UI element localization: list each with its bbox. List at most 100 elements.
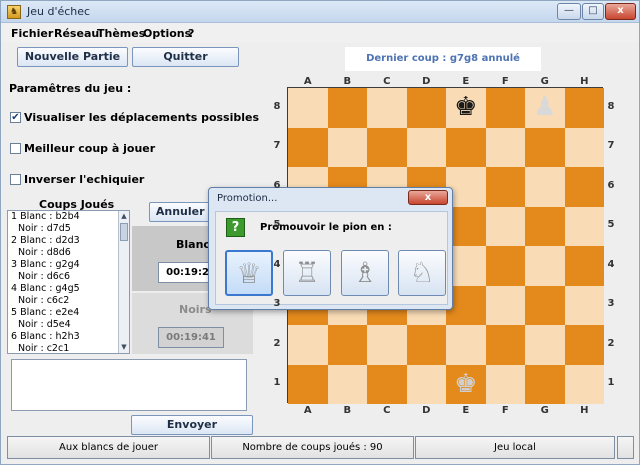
white-pawn-icon[interactable]: ♟ [525,88,565,128]
square-h4[interactable] [564,246,604,286]
file-label-e: E [462,76,470,87]
rank-label-7: 7 [607,140,615,152]
square-f8[interactable] [485,88,525,128]
white-king-icon[interactable]: ♚ [446,365,486,405]
square-g1[interactable] [525,364,565,404]
menu-reseau[interactable]: Réseau [54,27,99,40]
square-f4[interactable] [485,246,525,286]
square-d8[interactable] [406,88,446,128]
square-a2[interactable] [288,325,328,365]
rank-label-7: 7 [273,140,281,152]
square-a7[interactable] [288,127,328,167]
show-moves-checkbox[interactable]: ✔ [10,112,21,123]
square-b1[interactable] [327,364,367,404]
chat-input[interactable] [11,359,247,411]
show-moves-label[interactable]: Visualiser les déplacements possibles [24,111,259,124]
menu-options[interactable]: Options [143,27,191,40]
flip-board-label[interactable]: Inverser l'echiquier [24,173,144,186]
square-a8[interactable] [288,88,328,128]
flip-board-checkbox[interactable] [10,174,21,185]
black-king-icon[interactable]: ♚ [446,88,486,128]
square-f5[interactable] [485,206,525,246]
file-label-g: G [540,405,549,416]
promote-queen-button[interactable]: ♕ [225,250,273,296]
promote-rook-button[interactable]: ♖ [283,250,331,296]
square-e2[interactable] [446,325,486,365]
minimize-button[interactable]: — [557,3,581,20]
queen-icon: ♕ [236,257,262,290]
file-label-h: H [580,76,589,87]
list-item: 3 Blanc : g2g4 [11,259,80,270]
square-g2[interactable] [525,325,565,365]
square-c2[interactable] [367,325,407,365]
square-g3[interactable] [525,285,565,325]
square-h2[interactable] [564,325,604,365]
square-c1[interactable] [367,364,407,404]
square-c8[interactable] [367,88,407,128]
rank-label-8: 8 [607,100,615,112]
rank-label-6: 6 [607,179,615,191]
square-f3[interactable] [485,285,525,325]
rank-label-4: 4 [273,258,281,270]
status-move-count: Nombre de coups joués : 90 [211,436,414,459]
black-clock-time: 00:19:41 [158,327,224,348]
rank-label-3: 3 [607,298,615,310]
square-f7[interactable] [485,127,525,167]
square-h6[interactable] [564,167,604,207]
moves-scrollbar[interactable]: ▲ ▼ [118,211,129,353]
square-f1[interactable] [485,364,525,404]
promote-bishop-button[interactable]: ♗ [341,250,389,296]
square-g6[interactable] [525,167,565,207]
square-a1[interactable] [288,364,328,404]
file-label-f: F [501,76,509,87]
best-move-label[interactable]: Meilleur coup à jouer [24,142,155,155]
moves-list[interactable]: 1 Blanc : b2b4 Noir : d7d5 2 Blanc : d2d… [7,210,130,354]
square-g5[interactable] [525,206,565,246]
new-game-button[interactable]: Nouvelle Partie [17,47,128,67]
file-label-a: A [303,405,312,416]
square-g4[interactable] [525,246,565,286]
title-bar[interactable]: ♞ Jeu d'échec — □ x [1,1,639,23]
square-d1[interactable] [406,364,446,404]
list-item: 5 Blanc : e2e4 [11,307,80,318]
file-label-a: A [303,76,312,87]
maximize-button[interactable]: □ [582,3,604,20]
scroll-up-icon[interactable]: ▲ [119,211,129,222]
close-button[interactable]: x [605,3,636,20]
file-label-d: D [422,405,431,416]
square-h3[interactable] [564,285,604,325]
best-move-checkbox[interactable] [10,143,21,154]
square-h7[interactable] [564,127,604,167]
square-c7[interactable] [367,127,407,167]
square-d7[interactable] [406,127,446,167]
scroll-down-icon[interactable]: ▼ [119,342,129,353]
bishop-icon: ♗ [352,256,378,289]
promotion-close-button[interactable]: x [408,190,448,205]
square-b7[interactable] [327,127,367,167]
square-f2[interactable] [485,325,525,365]
file-label-h: H [580,405,589,416]
square-d2[interactable] [406,325,446,365]
square-e7[interactable] [446,127,486,167]
rank-label-3: 3 [273,298,281,310]
square-f6[interactable] [485,167,525,207]
square-g7[interactable] [525,127,565,167]
menu-help[interactable]: ? [188,27,194,40]
promote-knight-button[interactable]: ♘ [398,250,446,296]
list-item: 6 Blanc : h2h3 [11,331,80,342]
menu-themes[interactable]: Thèmes [97,27,145,40]
square-b2[interactable] [327,325,367,365]
quit-button[interactable]: Quitter [132,47,239,67]
status-mode: Jeu local [415,436,615,459]
status-turn: Aux blancs de jouer [7,436,210,459]
list-item: Noir : c6c2 [18,295,70,306]
square-h5[interactable] [564,206,604,246]
menu-fichier[interactable]: Fichier [11,27,53,40]
square-h8[interactable] [564,88,604,128]
scroll-thumb[interactable] [120,223,128,241]
list-item: 4 Blanc : g4g5 [11,283,80,294]
square-h1[interactable] [564,364,604,404]
square-b8[interactable] [327,88,367,128]
send-button[interactable]: Envoyer [131,415,253,435]
app-icon: ♞ [7,5,21,19]
